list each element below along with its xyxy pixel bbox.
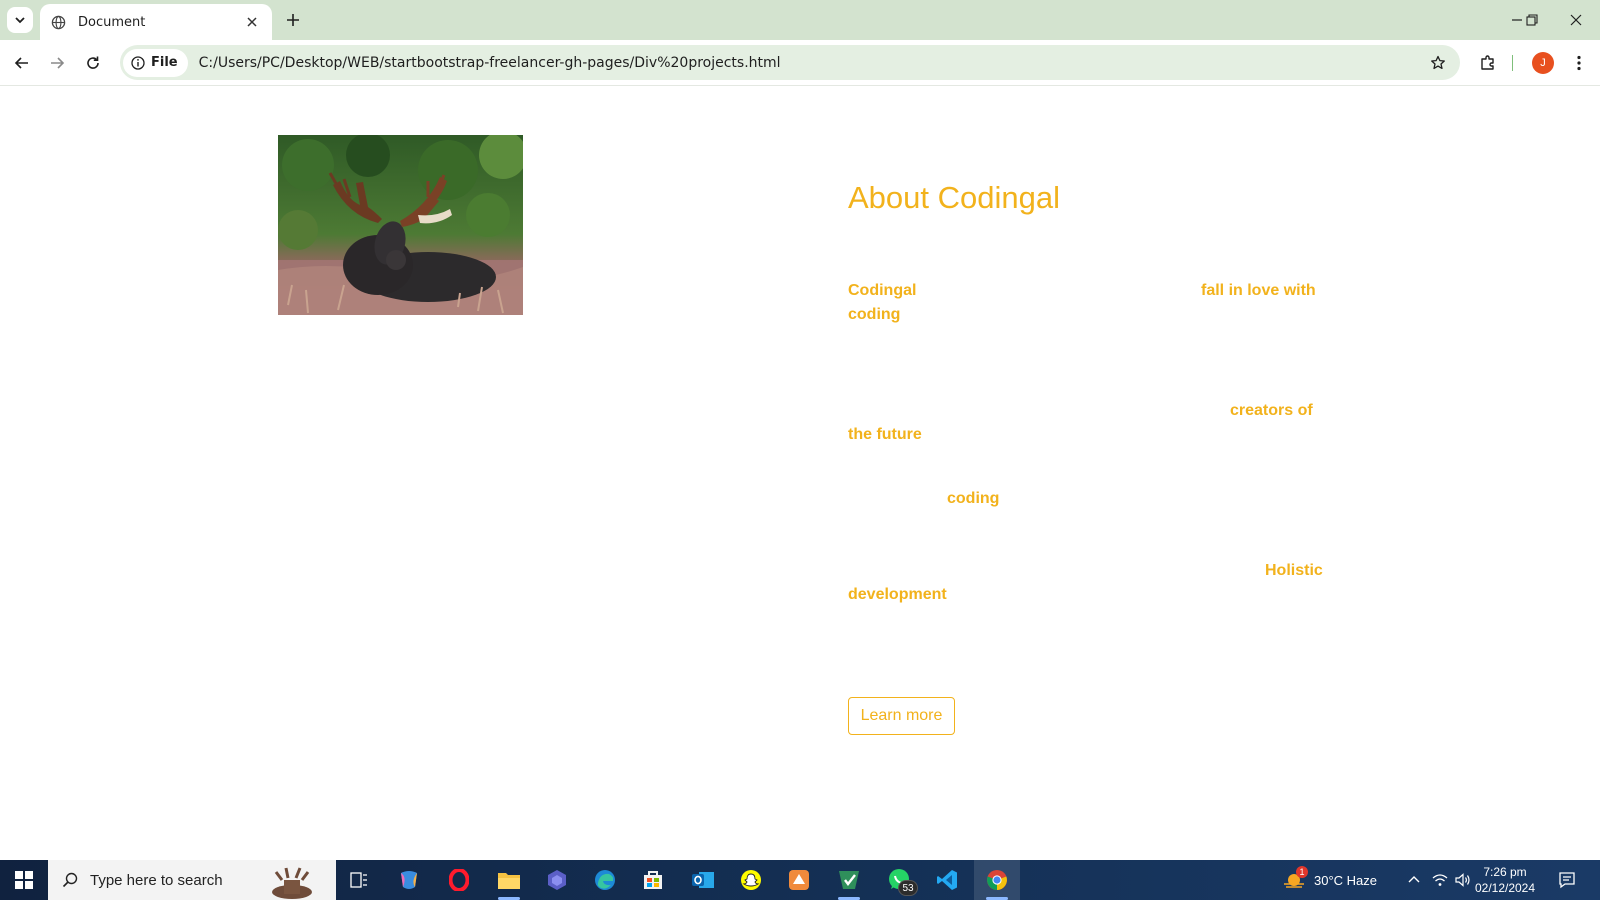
taskbar-app-outlook[interactable]	[680, 860, 726, 900]
close-icon	[1570, 14, 1582, 26]
taskbar-app-sway[interactable]	[534, 860, 580, 900]
volume-button[interactable]	[1455, 860, 1471, 900]
green-app-icon	[839, 871, 859, 889]
folder-icon	[498, 873, 520, 889]
tab-title: Document	[78, 14, 146, 30]
keyword-coding-2: coding	[947, 490, 1000, 507]
task-view-button[interactable]	[336, 860, 382, 900]
keyword-the-future: the future	[848, 426, 922, 443]
start-button[interactable]	[0, 860, 48, 900]
moose-image	[278, 135, 523, 315]
wifi-icon	[1432, 874, 1448, 886]
reload-icon	[87, 56, 99, 69]
taskbar-app-chrome[interactable]	[974, 860, 1020, 900]
browser-tabbar: Document	[0, 0, 1600, 40]
back-button[interactable]	[8, 49, 36, 77]
taskbar-clock[interactable]: 7:26 pm 02/12/2024	[1470, 864, 1540, 896]
taskbar-app-green[interactable]	[826, 860, 872, 900]
keyword-codingal: Codingal	[848, 282, 917, 299]
clock-time: 7:26 pm	[1483, 865, 1527, 879]
browser-tab[interactable]: Document	[40, 4, 272, 40]
keyword-development: development	[848, 586, 947, 603]
search-icon	[62, 872, 78, 888]
search-placeholder: Type here to search	[90, 871, 223, 889]
browser-toolbar: File C:/Users/PC/Desktop/WEB/startbootst…	[0, 40, 1600, 86]
taskbar-app-edge[interactable]	[582, 860, 628, 900]
bookmark-button[interactable]	[1422, 47, 1454, 79]
info-icon	[131, 55, 145, 70]
taskbar-app-whatsapp[interactable]: 53	[876, 860, 922, 900]
keyword-holistic: Holistic	[1265, 562, 1323, 579]
star-icon	[1431, 55, 1445, 69]
taskbar-app-orange[interactable]	[776, 860, 822, 900]
close-window-button[interactable]	[1563, 8, 1589, 32]
taskbar-app-copilot[interactable]	[386, 860, 432, 900]
url-text[interactable]: C:/Users/PC/Desktop/WEB/startbootstrap-f…	[199, 55, 1422, 71]
keyword-creators-of: creators of	[1230, 402, 1313, 419]
vscode-icon	[937, 870, 957, 890]
more-vertical-icon	[1577, 55, 1581, 71]
new-tab-button[interactable]	[282, 9, 304, 31]
arrow-left-icon	[14, 57, 28, 69]
windows-taskbar: Type here to search 53 1 30°C Haze 7:26 …	[0, 860, 1600, 900]
tab-search-button[interactable]	[7, 7, 33, 33]
keyword-fall-in-love: fall in love with	[1201, 282, 1316, 299]
snapchat-icon	[741, 870, 761, 890]
puzzle-icon	[1481, 55, 1494, 70]
arrow-right-icon	[51, 57, 65, 69]
moose-search-highlight-icon	[272, 867, 312, 899]
taskbar-app-file-explorer[interactable]	[486, 860, 532, 900]
site-info-chip[interactable]: File	[123, 48, 188, 77]
toolbar-divider	[1512, 55, 1513, 71]
page-viewport: About Codingal Codingal fall in love wit…	[0, 86, 1600, 860]
extensions-button[interactable]	[1474, 49, 1502, 77]
network-button[interactable]	[1432, 860, 1448, 900]
clock-date: 02/12/2024	[1474, 881, 1536, 895]
opera-icon	[449, 869, 469, 891]
notifications-button[interactable]	[1558, 860, 1576, 900]
weather-text: 30°C Haze	[1314, 872, 1378, 888]
sway-icon	[548, 870, 566, 890]
taskbar-app-snapchat[interactable]	[728, 860, 774, 900]
weather-widget[interactable]: 1 30°C Haze	[1282, 860, 1377, 900]
windows-logo-icon	[15, 871, 33, 889]
restore-icon	[1526, 14, 1538, 26]
whatsapp-badge: 53	[898, 880, 918, 896]
speaker-icon	[1455, 873, 1470, 887]
chevron-up-icon	[1408, 876, 1420, 883]
copilot-icon	[401, 871, 417, 889]
keyword-coding: coding	[848, 306, 901, 323]
profile-avatar[interactable]: J	[1532, 52, 1554, 74]
globe-icon	[50, 14, 66, 30]
outlook-icon	[692, 872, 714, 888]
about-title: About Codingal	[848, 180, 1060, 215]
edge-icon	[595, 870, 615, 890]
close-tab-icon[interactable]	[242, 12, 262, 32]
taskbar-search[interactable]: Type here to search	[48, 860, 336, 900]
weather-alert-badge: 1	[1296, 866, 1308, 878]
taskbar-app-microsoft-store[interactable]	[630, 860, 676, 900]
notification-icon	[1559, 872, 1575, 889]
browser-menu-button[interactable]	[1567, 49, 1591, 77]
forward-button[interactable]	[43, 49, 71, 77]
plus-icon	[287, 14, 299, 26]
tray-overflow-button[interactable]	[1408, 860, 1420, 900]
taskbar-app-vscode[interactable]	[924, 860, 970, 900]
task-view-icon	[350, 872, 367, 888]
learn-more-button[interactable]: Learn more	[848, 697, 955, 735]
reload-button[interactable]	[79, 49, 107, 77]
site-info-label: File	[151, 55, 178, 70]
taskbar-app-opera[interactable]	[436, 860, 482, 900]
address-bar[interactable]: File C:/Users/PC/Desktop/WEB/startbootst…	[120, 45, 1460, 80]
store-icon	[644, 871, 662, 889]
chevron-down-icon	[15, 17, 25, 24]
orange-app-icon	[789, 870, 809, 890]
chrome-icon	[987, 870, 1007, 890]
restore-button[interactable]	[1519, 8, 1545, 32]
